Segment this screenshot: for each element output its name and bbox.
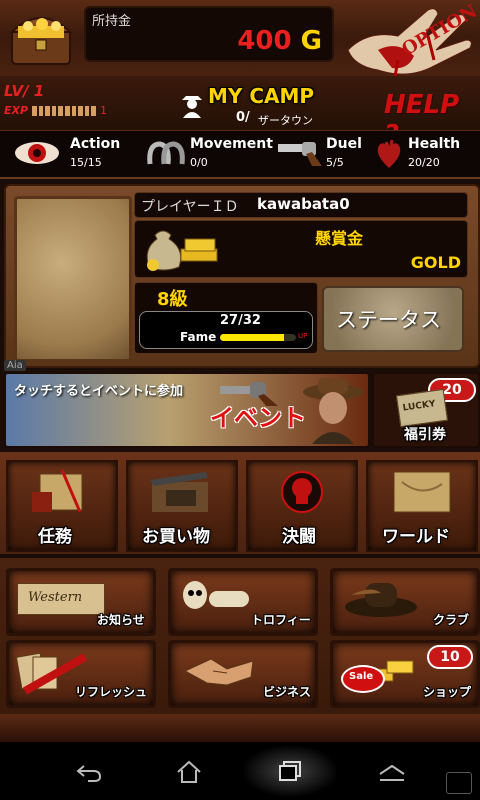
bounty-label: 懸賞金 — [315, 229, 364, 248]
menu-duel-label: 決闘 — [282, 527, 316, 547]
eye-icon — [15, 142, 59, 164]
menu-up-icon[interactable] — [378, 764, 406, 782]
exp-bar — [32, 106, 96, 116]
back-icon[interactable] — [74, 762, 102, 782]
menu-world-label: ワールド — [382, 527, 450, 547]
menu-refresh-label: リフレッシュ — [75, 685, 148, 699]
status-button[interactable]: ステータス — [322, 286, 464, 352]
sale-badge: Sale — [341, 665, 385, 693]
revolver-icon — [278, 142, 322, 166]
camp-count: 0/ — [236, 110, 250, 125]
menu-trophy-label: トロフィー — [251, 613, 311, 627]
menu-business-label: ビジネス — [263, 685, 312, 699]
ticket-lucky-text: LUCKY — [402, 399, 437, 414]
exp-value: 1 — [100, 104, 107, 117]
money-bag-icon — [146, 230, 218, 271]
heart-icon — [377, 139, 401, 168]
duel-value: 5/5 — [326, 156, 344, 169]
rank-label: 8級 — [157, 289, 188, 310]
sale-badge-text: Sale — [349, 671, 374, 682]
rank-fame-box: 8級 27/32 Fame UP — [134, 282, 318, 354]
fame-up-label: UP — [298, 332, 308, 340]
menu-club[interactable]: クラブ — [330, 568, 480, 636]
movement-stat[interactable]: Movement 0/0 — [146, 134, 273, 174]
menu-shop-label: ショップ — [423, 685, 472, 699]
action-stat[interactable]: Action 15/15 — [14, 134, 134, 174]
handshake-icon — [183, 658, 254, 686]
aia-label: Aia — [4, 360, 26, 371]
menu-news[interactable]: Western お知らせ — [6, 568, 156, 636]
menu-news-label: お知らせ — [97, 613, 145, 627]
western-sign-text: Western — [28, 590, 83, 605]
event-label: イベント — [210, 404, 306, 432]
duel-stat[interactable]: Duel 5/5 — [276, 134, 372, 174]
bottom-wood-strip — [0, 714, 480, 742]
camp-town: ザータウン — [258, 114, 313, 127]
treasure-chest-icon[interactable] — [6, 4, 76, 70]
avatar-frame[interactable] — [14, 196, 132, 362]
menu-duel[interactable]: 決闘 — [246, 460, 358, 552]
ticket-label: 福引券 — [404, 427, 446, 443]
duel-label: Duel — [326, 136, 362, 152]
player-id-label: プレイヤーＩＤ — [141, 199, 239, 215]
menu-shop[interactable]: Sale 10 ショップ — [330, 640, 480, 708]
menu-shopping[interactable]: お買い物 — [126, 460, 238, 552]
movement-value: 0/0 — [190, 156, 208, 169]
money-unit: G — [300, 26, 322, 56]
fame-box: 27/32 Fame UP — [139, 311, 313, 349]
health-value: 20/20 — [408, 156, 440, 169]
event-banner[interactable]: タッチするとイベントに参加 イベント — [4, 372, 370, 448]
money-panel: 所持金 400 G — [84, 6, 334, 62]
exp-label: EXP — [4, 104, 29, 117]
menu-mission-label: 任務 — [38, 527, 72, 547]
ticket-panel[interactable]: 20 LUCKY 福引券 — [372, 372, 480, 448]
menu-business[interactable]: ビジネス — [168, 640, 318, 708]
map-icon — [393, 471, 451, 513]
watermark-icon — [446, 772, 472, 794]
horseshoe-icon — [147, 141, 185, 165]
action-value: 15/15 — [70, 156, 102, 169]
fame-bar-track — [220, 334, 296, 341]
bounty-unit: GOLD — [410, 253, 461, 272]
menu-world[interactable]: ワールド — [366, 460, 478, 552]
player-id-row: プレイヤーＩＤ kawabata0 — [134, 192, 468, 218]
money-label: 所持金 — [92, 14, 132, 29]
fame-bar-fill — [220, 334, 284, 341]
level-label: LV/ 1 — [4, 82, 45, 100]
shop-count-badge: 10 — [427, 645, 473, 669]
fame-label: Fame — [180, 330, 217, 344]
menu-mission[interactable]: 任務 — [6, 460, 118, 552]
movement-label: Movement — [190, 136, 273, 152]
menu-trophy[interactable]: トロフィー — [168, 568, 318, 636]
home-icon[interactable] — [176, 760, 202, 784]
money-value-row: 400 G — [237, 26, 322, 56]
menu-club-label: クラブ — [433, 613, 470, 627]
hat-icon — [345, 583, 417, 617]
ticket-icon: LUCKY — [396, 388, 448, 428]
recent-apps-icon[interactable] — [278, 760, 302, 782]
bounty-row: 懸賞金 GOLD — [134, 220, 468, 278]
status-button-label: ステータス — [336, 308, 441, 332]
camp-icon — [180, 88, 204, 118]
scroll-icon — [32, 469, 83, 513]
health-label: Health — [408, 136, 461, 152]
event-banner-text: タッチするとイベントに参加 — [14, 384, 184, 399]
rifle-icon — [150, 472, 208, 512]
action-label: Action — [70, 136, 121, 152]
skull-icon — [281, 471, 323, 513]
cowboy-icon — [303, 378, 363, 444]
menu-shopping-label: お買い物 — [142, 527, 210, 547]
skull-trophy-icon — [183, 581, 249, 609]
system-nav-bar — [0, 742, 480, 800]
fame-value: 27/32 — [220, 313, 261, 328]
player-id-value: kawabata0 — [257, 195, 350, 213]
camp-title: MY CAMP — [208, 84, 315, 108]
western-sign: Western — [17, 583, 105, 615]
money-value: 400 — [237, 26, 292, 56]
menu-refresh[interactable]: リフレッシュ — [6, 640, 156, 708]
health-stat[interactable]: Health 20/20 — [374, 134, 478, 174]
